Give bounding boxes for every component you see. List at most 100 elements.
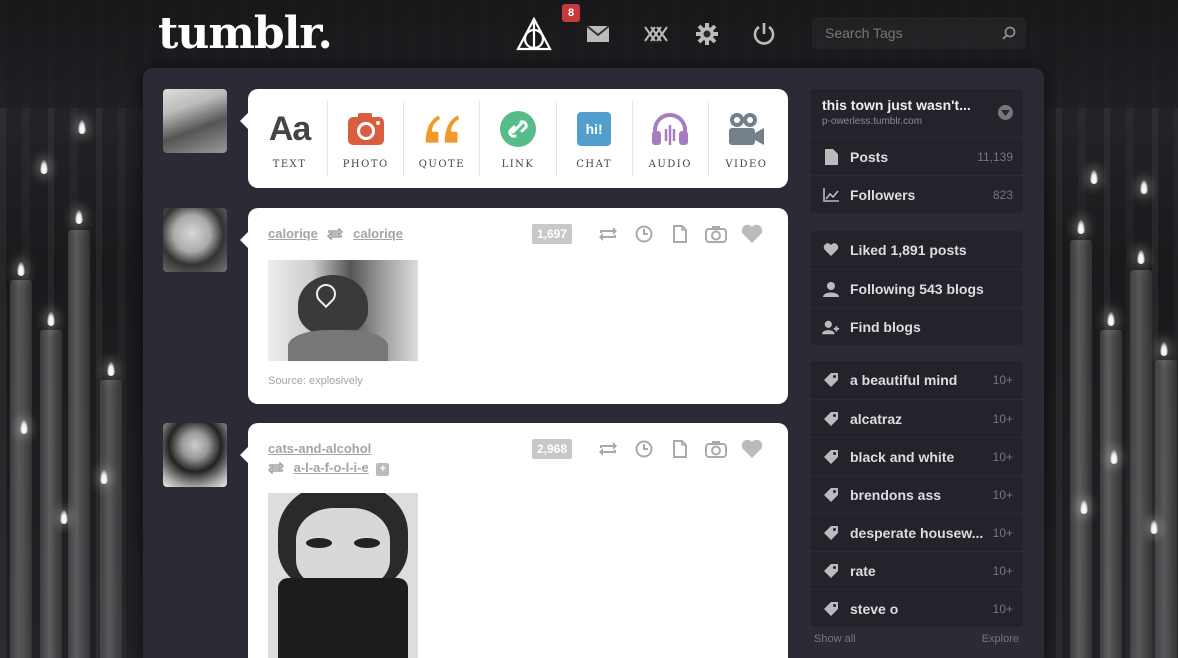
draft-document-icon[interactable] [662,437,698,461]
sidebar-item-label: desperate housew... [850,524,984,541]
sidebar-item-label: brendons ass [850,486,942,503]
explore-link[interactable]: Explore [982,633,1019,645]
account-group: Liked 1,891 posts Following 543 blogs Fi… [810,231,1023,345]
dashboard-deathly-hallows-icon[interactable] [516,16,552,52]
post-composer: Aa TEXT PHOTO QUOTE LINK hi! CHAT AUDIO … [240,89,788,188]
like-heart-icon[interactable] [734,437,770,461]
post-type-quote[interactable]: QUOTE [404,101,481,176]
sidebar-item-tag[interactable]: desperate housew... 10+ [810,513,1023,551]
sidebar-item-followers[interactable]: Followers 823 [810,175,1023,213]
reblog-button-icon[interactable] [590,437,626,461]
post-source: Source: explosively [268,375,363,387]
post-type-label: PHOTO [342,159,389,170]
sidebar-item-count: 10+ [992,525,1013,540]
sidebar-item-label: a beautiful mind [850,372,958,388]
photo-camera-icon[interactable] [698,437,734,461]
post-avatar-caloriqe[interactable] [163,208,227,272]
post-photo[interactable] [268,260,418,361]
sidebar-item-count: 10+ [992,373,1013,387]
sidebar-item-count: 10+ [992,411,1013,426]
search-tags-input[interactable] [812,17,992,49]
post-photo[interactable] [268,493,418,658]
post-controls: 2,968 [531,437,770,461]
notes-count[interactable]: 1,697 [531,224,572,244]
sidebar-footer: Show all Explore [810,633,1023,645]
sidebar-item-likes[interactable]: Liked 1,891 posts [810,231,1023,269]
sidebar: this town just wasn't... p-owerless.tumb… [810,89,1023,645]
expand-plus-icon[interactable]: + [376,463,390,476]
search-icon[interactable] [1002,26,1016,43]
sidebar-item-label: Following 543 blogs [850,280,984,297]
post-type-photo[interactable]: PHOTO [328,101,405,176]
post-type-audio[interactable]: AUDIO [633,101,709,176]
tag-icon [822,410,840,428]
notes-count[interactable]: 2,968 [531,439,572,459]
sidebar-item-tag[interactable]: black and white 10+ [810,437,1023,475]
my-avatar[interactable] [163,89,227,153]
sidebar-item-tag[interactable]: steve o 10+ [810,589,1023,627]
reblogged-from-link[interactable]: caloriqe [353,226,403,241]
logout-power-icon[interactable] [746,16,782,52]
tag-icon [822,371,840,389]
queue-clock-icon[interactable] [626,437,662,461]
sidebar-item-count: 11,139 [977,149,1013,164]
post-type-label: VIDEO [725,159,768,170]
post-type-label: CHAT [576,159,612,170]
document-icon [822,148,840,166]
blog-switcher[interactable]: this town just wasn't... p-owerless.tumb… [810,89,1023,137]
messages-envelope-icon[interactable] [580,16,616,52]
sidebar-item-label: Posts [850,148,889,165]
tag-icon [822,524,840,542]
post-type-link[interactable]: LINK [480,101,557,176]
post-author-link[interactable]: caloriqe [268,226,318,241]
blog-stats-group: this town just wasn't... p-owerless.tumb… [810,89,1023,213]
post-author-link[interactable]: cats-and-alcohol [268,441,371,456]
sidebar-item-posts[interactable]: Posts 11,139 [810,137,1023,175]
show-all-link[interactable]: Show all [814,633,856,645]
post-avatar-cats-and-alcohol[interactable] [163,423,227,487]
sidebar-item-label: steve o [850,600,899,617]
post-header: caloriqe caloriqe [268,226,403,243]
sidebar-item-label: Find blogs [850,318,921,335]
sidebar-item-count: 10+ [992,563,1013,578]
post-card: caloriqe caloriqe 1,697 Source: explosiv… [240,208,788,404]
reblog-icon [267,461,285,477]
photo-camera-icon[interactable] [698,222,734,246]
post-arrow [240,447,248,463]
sidebar-item-tag[interactable]: brendons ass 10+ [810,475,1023,513]
post-card: cats-and-alcohol a-l-a-f-o-l-i-e + 2,968 [240,423,788,658]
sidebar-item-tag[interactable]: alcatraz 10+ [810,399,1023,437]
sidebar-item-label: alcatraz [850,410,903,427]
reblog-icon [327,227,344,243]
sidebar-item-count: 823 [992,187,1013,202]
post-type-label: TEXT [272,159,307,170]
post-controls: 1,697 [531,222,770,246]
post-type-chat[interactable]: hi! CHAT [557,101,633,176]
reblog-button-icon[interactable] [590,222,626,246]
post-type-video[interactable]: VIDEO [709,101,784,176]
composer-arrow [240,113,248,129]
tag-icon [822,486,840,504]
post-type-label: AUDIO [648,159,692,170]
reblogged-from-link[interactable]: a-l-a-f-o-l-i-e [294,460,369,475]
sidebar-item-label: Liked 1,891 posts [850,242,967,258]
tumblr-logo[interactable]: tumblr. [158,8,333,59]
video-camera-icon [726,109,766,149]
settings-gear-icon[interactable] [689,16,725,52]
sidebar-item-tag[interactable]: rate 10+ [810,551,1023,589]
tag-icon [822,448,840,466]
chart-icon [822,186,840,204]
queue-clock-icon[interactable] [626,222,662,246]
sidebar-item-find-blogs[interactable]: Find blogs [810,307,1023,345]
explore-x-icon[interactable] [638,16,674,52]
sidebar-item-tag[interactable]: a beautiful mind 10+ [810,361,1023,399]
camera-icon [346,109,386,149]
link-icon [498,109,538,149]
text-icon: Aa [268,109,311,148]
like-heart-icon[interactable] [734,222,770,246]
draft-document-icon[interactable] [662,222,698,246]
search-tags [812,17,1026,49]
chevron-down-icon[interactable] [998,105,1013,120]
post-type-text[interactable]: Aa TEXT [252,101,329,176]
sidebar-item-following[interactable]: Following 543 blogs [810,269,1023,307]
